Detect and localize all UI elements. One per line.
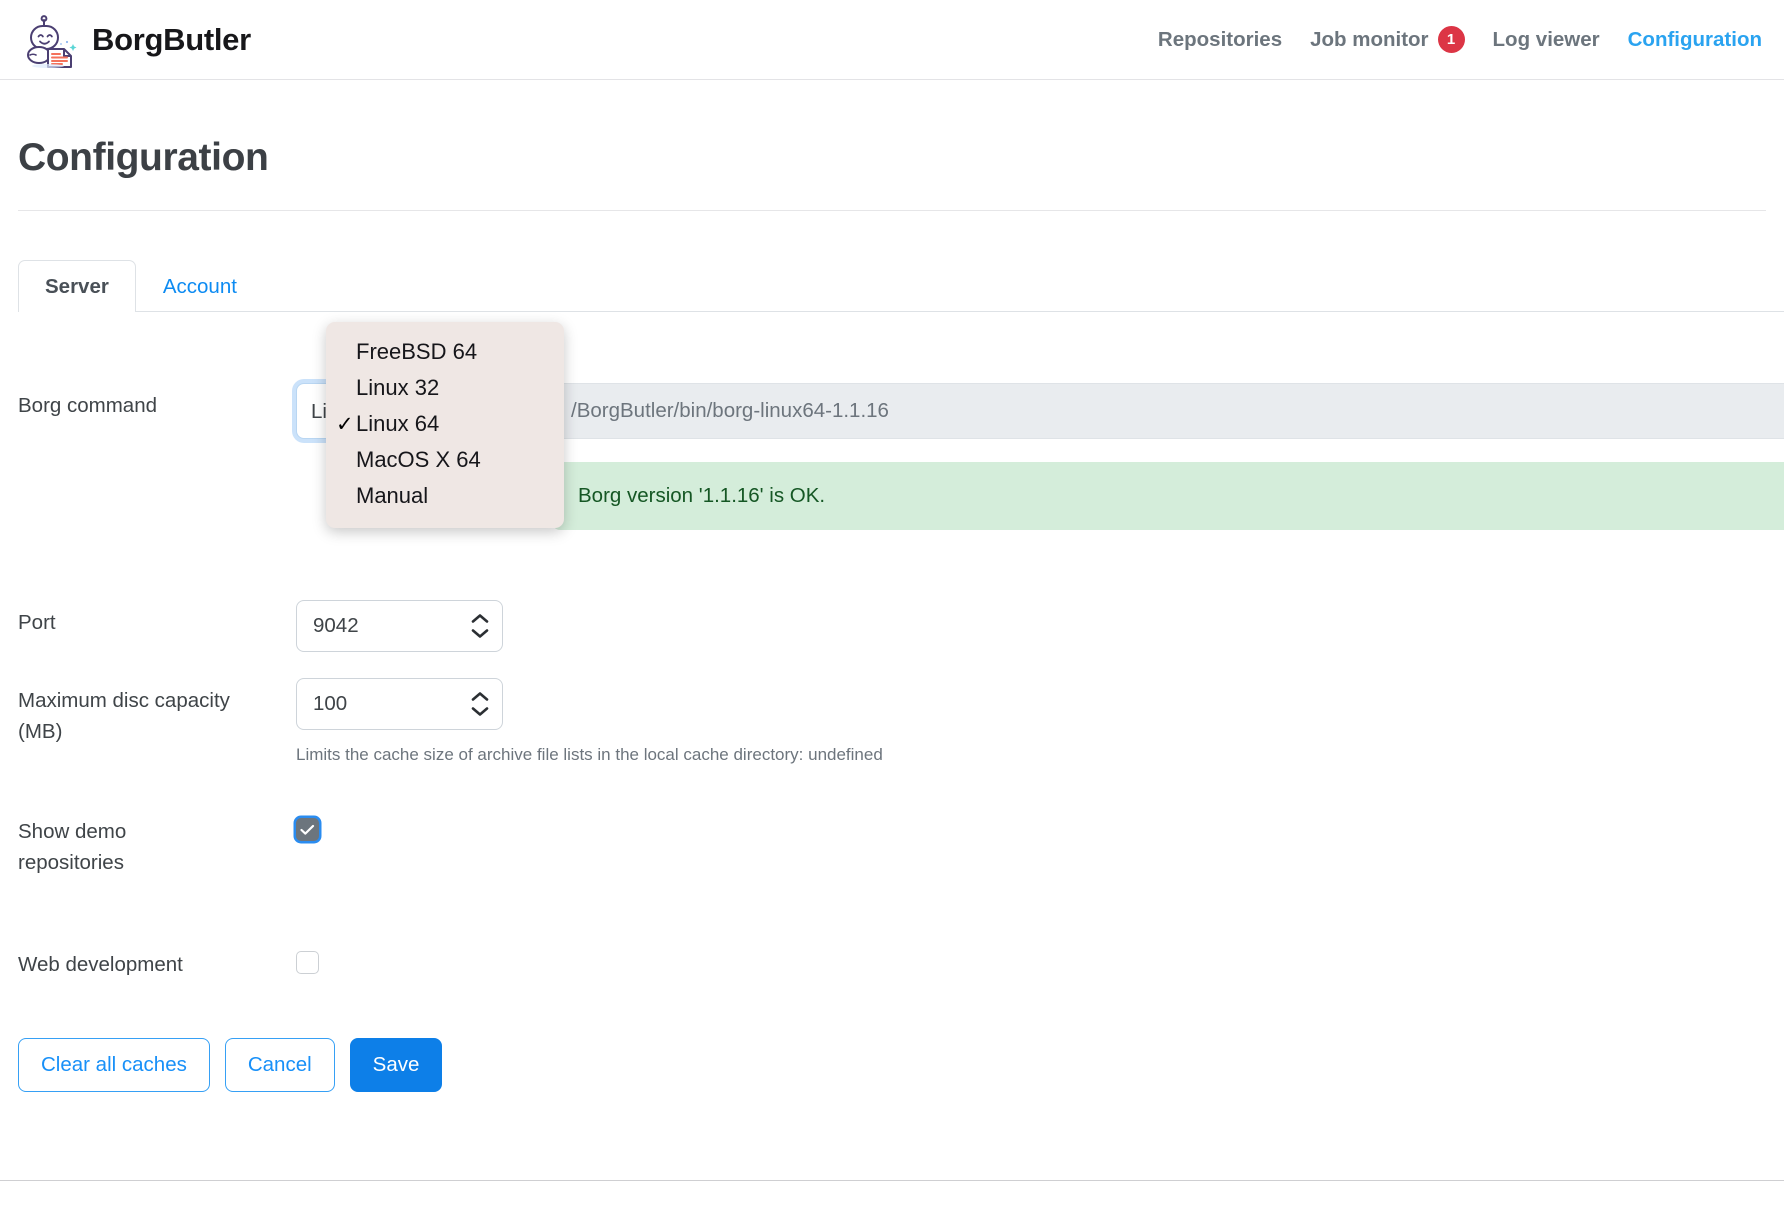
borg-command-path-input[interactable]: [552, 383, 1784, 439]
brand[interactable]: BorgButler: [22, 11, 251, 69]
nav-link-label: Repositories: [1157, 27, 1283, 51]
chevron-down-icon: [471, 629, 489, 638]
dropdown-option-label: MacOS X 64: [356, 447, 481, 472]
title-divider: [18, 210, 1766, 211]
chevron-up-icon: [471, 614, 489, 623]
port-field-wrap: [296, 600, 503, 652]
footer-divider: [0, 1180, 1784, 1181]
dropdown-option-linux-64[interactable]: ✓ Linux 64: [326, 406, 564, 442]
tab-label: Server: [45, 274, 109, 298]
max-disc-capacity-help-text: Limits the cache size of archive file li…: [296, 745, 883, 764]
nav-links: Repositories Job monitor 1 Log viewer Co…: [1158, 26, 1762, 53]
show-demo-repositories-checkbox-wrap: [296, 809, 319, 841]
nav-link-label: Log viewer: [1492, 27, 1600, 51]
nav-link-label: Configuration: [1627, 27, 1762, 51]
tab-bar-divider: [18, 311, 1784, 312]
form-row-web-development: Web development: [18, 942, 1766, 981]
nav-link-label: Job monitor: [1310, 27, 1429, 51]
check-icon: [300, 824, 315, 835]
show-demo-repositories-checkbox[interactable]: [296, 818, 319, 841]
dropdown-option-linux-32[interactable]: Linux 32: [326, 370, 564, 406]
save-button[interactable]: Save: [349, 1038, 443, 1093]
tab-account[interactable]: Account: [136, 260, 264, 312]
nav-link-repositories[interactable]: Repositories: [1158, 28, 1282, 52]
show-demo-repositories-label-line2: repositories: [18, 850, 124, 874]
chevron-down-icon: [471, 707, 489, 716]
max-disc-capacity-field-wrap: Limits the cache size of archive file li…: [296, 678, 883, 765]
max-disc-capacity-stepper[interactable]: [467, 691, 493, 718]
borg-command-label: Borg command: [18, 394, 158, 417]
brand-name: BorgButler: [92, 21, 251, 57]
max-disc-capacity-label-line1: Maximum disc capacity: [18, 689, 230, 712]
app-root: BorgButler Repositories Job monitor 1 Lo…: [0, 0, 1784, 1207]
port-stepper[interactable]: [467, 613, 493, 640]
dropdown-option-macos-x-64[interactable]: MacOS X 64: [326, 442, 564, 478]
tab-bar: Server Account: [18, 260, 1784, 312]
server-settings-form: Borg command Linux 64 Borg version '1.1.…: [18, 383, 1784, 981]
cancel-button[interactable]: Cancel: [224, 1038, 335, 1093]
nav-link-log-viewer[interactable]: Log viewer: [1493, 28, 1600, 52]
form-actions: Clear all caches Cancel Save: [18, 1038, 1766, 1093]
job-monitor-badge: 1: [1437, 26, 1465, 53]
page-title: Configuration: [18, 136, 269, 179]
nav-link-job-monitor[interactable]: Job monitor 1: [1310, 26, 1465, 53]
dropdown-option-freebsd-64[interactable]: FreeBSD 64: [326, 334, 564, 370]
form-row-borg-command: Borg command Linux 64 Borg version '1.1.…: [18, 383, 1784, 530]
max-disc-capacity-label: Maximum disc capacity (MB): [18, 678, 296, 748]
borg-command-path-wrap: Borg version '1.1.16' is OK.: [552, 383, 1784, 530]
port-label: Port: [18, 611, 56, 634]
borg-version-status-message: Borg version '1.1.16' is OK.: [552, 462, 1784, 530]
show-demo-repositories-label: Show demo repositories: [18, 809, 296, 879]
nav-link-configuration[interactable]: Configuration: [1628, 28, 1762, 52]
form-row-show-demo-repositories: Show demo repositories: [18, 809, 1766, 879]
web-development-label: Web development: [18, 952, 183, 976]
max-disc-capacity-label-line2: (MB): [18, 719, 63, 743]
dropdown-option-label: Linux 64: [356, 411, 440, 436]
borg-command-dropdown-menu[interactable]: FreeBSD 64 Linux 32 ✓ Linux 64 MacOS X 6…: [326, 322, 564, 528]
tab-label: Account: [162, 274, 237, 298]
form-row-port: Port: [18, 600, 1766, 652]
dropdown-option-label: Manual: [356, 483, 429, 508]
chevron-up-icon: [471, 692, 489, 701]
tab-server[interactable]: Server: [18, 260, 136, 312]
web-development-checkbox[interactable]: [296, 950, 319, 974]
borgbutler-robot-logo-icon: [22, 11, 78, 69]
form-row-max-disc-capacity: Maximum disc capacity (MB) 100 Limits th…: [18, 678, 1766, 765]
dropdown-option-label: Linux 32: [356, 375, 440, 400]
page-body: Configuration Server Account Borg comman…: [0, 80, 1784, 1093]
dropdown-option-label: FreeBSD 64: [356, 339, 478, 364]
dropdown-option-check-selected: ✓: [336, 412, 354, 436]
show-demo-repositories-label-line1: Show demo: [18, 820, 127, 843]
top-navbar: BorgButler Repositories Job monitor 1 Lo…: [0, 0, 1784, 80]
dropdown-option-manual[interactable]: Manual: [326, 478, 564, 514]
web-development-checkbox-wrap: [296, 942, 319, 974]
clear-all-caches-button[interactable]: Clear all caches: [18, 1038, 210, 1093]
